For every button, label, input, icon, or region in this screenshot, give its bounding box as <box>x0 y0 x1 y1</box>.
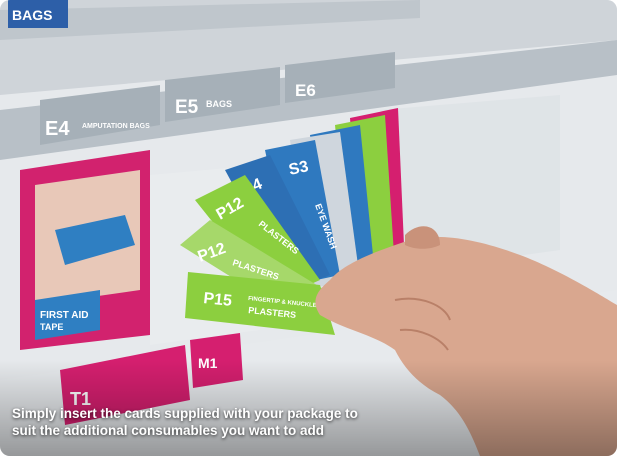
shelf-code-e4: E4 <box>45 118 70 140</box>
caption-line-1: Simply insert the cards supplied with yo… <box>12 406 358 421</box>
packet-label-bags: BAGS <box>12 7 52 23</box>
shelf-text-e5: BAGS <box>206 99 232 109</box>
box-text-line2: TAPE <box>40 322 63 332</box>
shelf-code-e5: E5 <box>175 97 199 118</box>
shelf-text-e4: AMPUTATION BAGS <box>82 123 150 130</box>
caption: Simply insert the cards supplied with yo… <box>12 405 492 439</box>
product-photo: E4 AMPUTATION BAGS E5 BAGS E6 BAGS FIRST… <box>0 0 617 456</box>
box-text-line1: FIRST AID <box>40 310 89 321</box>
shelf-code-e6: E6 <box>295 81 316 100</box>
photo-scene: E4 AMPUTATION BAGS E5 BAGS E6 BAGS FIRST… <box>0 0 617 456</box>
card-p15-code: P15 <box>203 290 233 310</box>
caption-line-2: suit the additional consumables you want… <box>12 423 325 438</box>
